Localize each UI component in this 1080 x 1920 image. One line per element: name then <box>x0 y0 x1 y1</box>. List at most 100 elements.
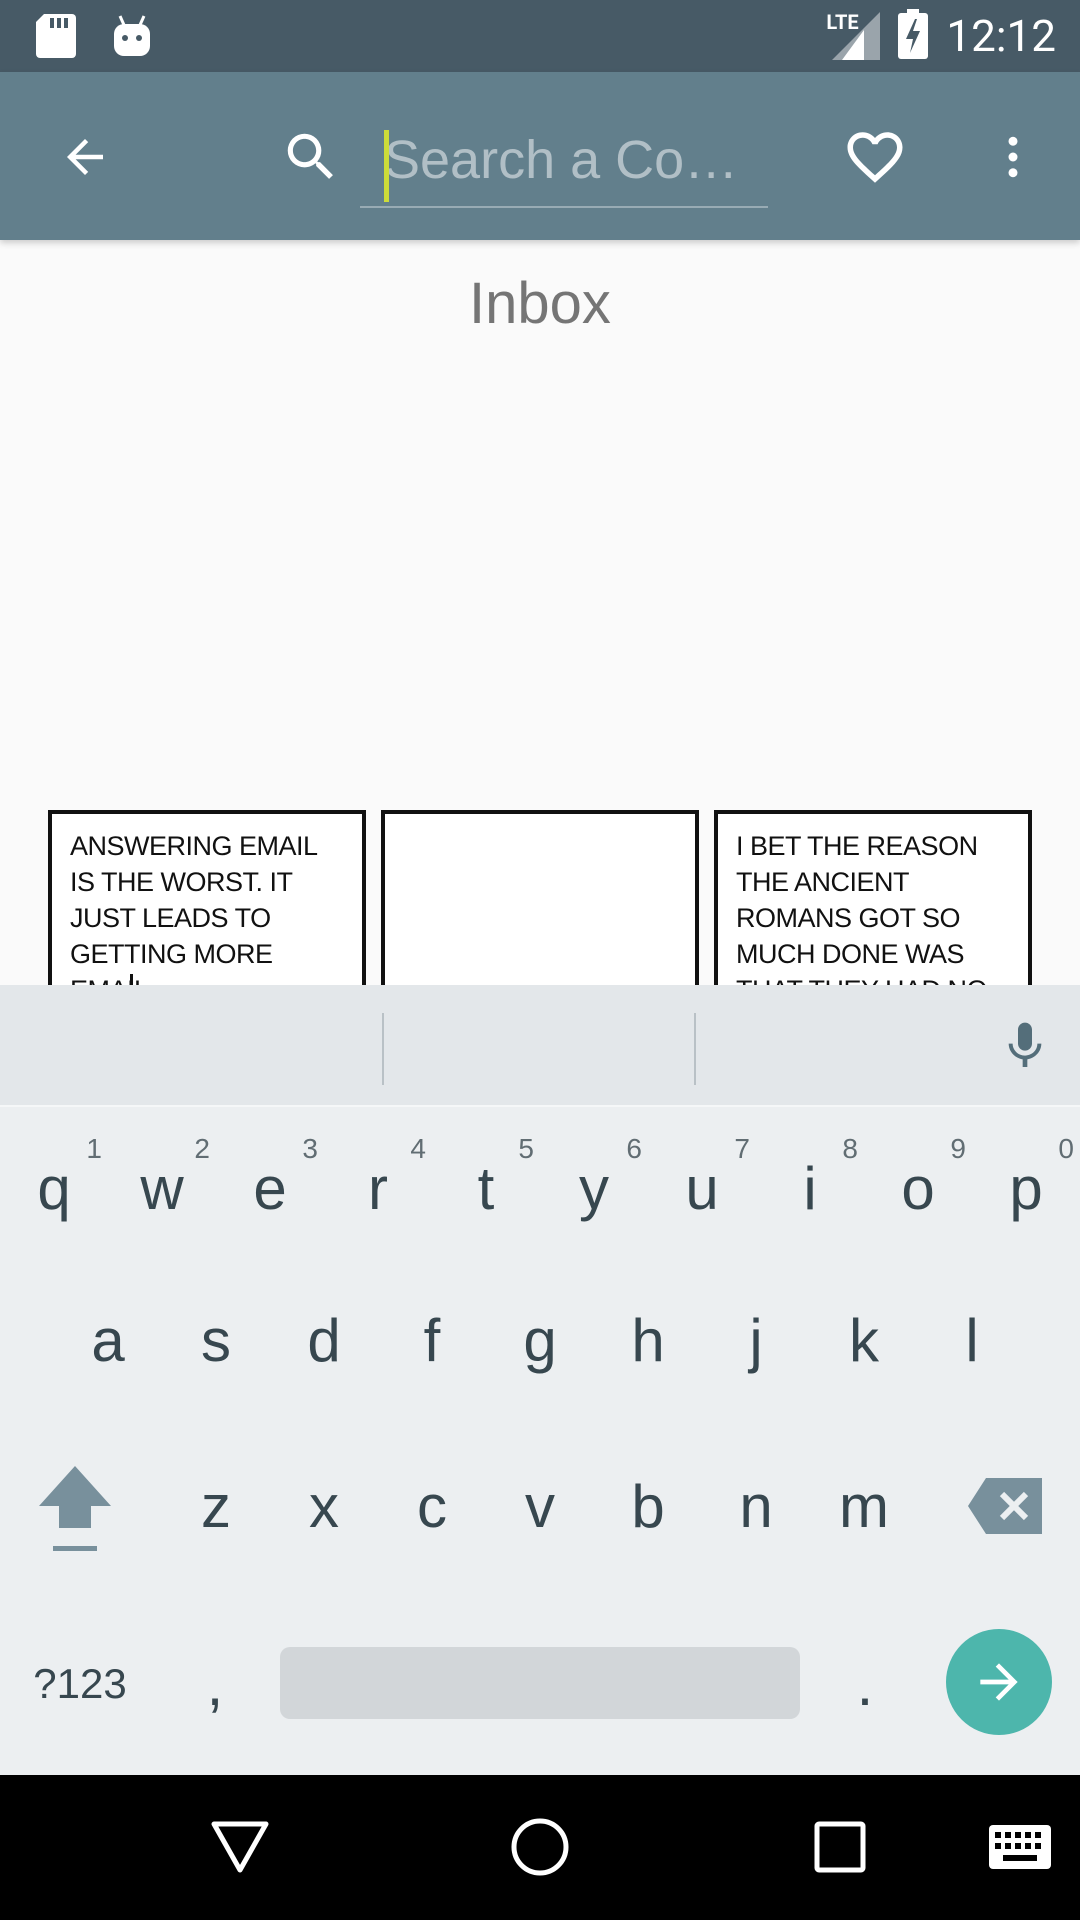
key-hint: 4 <box>410 1133 426 1164</box>
key-p[interactable]: p0 <box>972 1123 1080 1253</box>
key-f[interactable]: f <box>378 1275 486 1405</box>
search-input[interactable] <box>384 116 754 204</box>
key-label: e <box>253 1154 287 1222</box>
back-button[interactable] <box>50 122 120 192</box>
comic-title: Inbox <box>469 271 611 336</box>
key-l[interactable]: l <box>918 1275 1026 1405</box>
key-label: x <box>309 1472 339 1540</box>
comic-view[interactable]: Inbox Answering email is the worst. It j… <box>0 240 1080 985</box>
key-hint: 8 <box>842 1133 858 1164</box>
key-label: h <box>631 1306 665 1374</box>
search-icon-button[interactable] <box>276 122 346 192</box>
period-key[interactable]: . <box>810 1619 920 1749</box>
key-label: q <box>37 1154 71 1222</box>
arrow-forward-icon <box>980 1663 1018 1701</box>
key-label: , <box>206 1650 224 1718</box>
key-h[interactable]: h <box>594 1275 702 1405</box>
key-o[interactable]: o9 <box>864 1123 972 1253</box>
key-hint: 6 <box>626 1133 642 1164</box>
status-time: 12:12 <box>946 10 1056 62</box>
lte-signal-icon: LTE <box>826 10 881 60</box>
nav-back-button[interactable] <box>200 1807 280 1887</box>
key-label: d <box>307 1306 341 1374</box>
key-g[interactable]: g <box>486 1275 594 1405</box>
panel-3-caption: I bet the reason the ancient Romans got … <box>736 831 988 985</box>
spacebar[interactable] <box>280 1647 800 1719</box>
key-label: r <box>368 1154 388 1222</box>
key-label: . <box>856 1650 874 1718</box>
key-label: m <box>839 1472 889 1540</box>
favorite-button[interactable] <box>840 122 910 192</box>
key-label: c <box>417 1472 447 1540</box>
status-bar: LTE 12:12 <box>0 0 1080 72</box>
backspace-key[interactable] <box>950 1441 1060 1571</box>
key-label: ?123 <box>33 1660 127 1707</box>
key-n[interactable]: n <box>702 1441 810 1571</box>
go-button[interactable] <box>946 1629 1052 1735</box>
key-w[interactable]: w2 <box>108 1123 216 1253</box>
key-d[interactable]: d <box>270 1275 378 1405</box>
app-bar <box>0 72 1080 240</box>
key-label: p <box>1009 1154 1043 1222</box>
more-vert-icon <box>1008 136 1018 178</box>
key-label: a <box>91 1306 125 1374</box>
key-j[interactable]: j <box>702 1275 810 1405</box>
key-z[interactable]: z <box>162 1441 270 1571</box>
suggestion-divider <box>382 1013 384 1085</box>
key-m[interactable]: m <box>810 1441 918 1571</box>
key-e[interactable]: e3 <box>216 1123 324 1253</box>
battery-charging-icon <box>898 9 929 63</box>
key-t[interactable]: t5 <box>432 1123 540 1253</box>
key-k[interactable]: k <box>810 1275 918 1405</box>
network-type-label: LTE <box>826 10 859 34</box>
key-c[interactable]: c <box>378 1441 486 1571</box>
arrow-back-icon <box>67 139 103 175</box>
soft-keyboard: q1 w2 e3 r4 t5 y6 u7 i8 o9 p0 a s d f g … <box>0 985 1080 1775</box>
shift-key[interactable] <box>20 1445 130 1575</box>
back-triangle-icon <box>211 1821 269 1873</box>
key-label: s <box>201 1306 231 1374</box>
backspace-icon <box>968 1478 1042 1534</box>
voice-input-button[interactable] <box>990 1011 1060 1081</box>
key-label: t <box>477 1154 495 1222</box>
key-b[interactable]: b <box>594 1441 702 1571</box>
suggestion-strip <box>0 985 1080 1107</box>
key-hint: 3 <box>302 1133 318 1164</box>
panel-2-caption <box>385 814 695 842</box>
key-s[interactable]: s <box>162 1275 270 1405</box>
home-circle-icon <box>511 1818 569 1876</box>
key-label: i <box>803 1154 817 1222</box>
key-q[interactable]: q1 <box>0 1123 108 1253</box>
key-label: w <box>140 1154 184 1222</box>
key-label: l <box>965 1306 979 1374</box>
key-v[interactable]: v <box>486 1441 594 1571</box>
text-cursor <box>384 130 389 202</box>
key-hint: 5 <box>518 1133 534 1164</box>
key-y[interactable]: y6 <box>540 1123 648 1253</box>
key-hint: 7 <box>734 1133 750 1164</box>
key-label: j <box>749 1306 763 1374</box>
key-label: y <box>579 1154 609 1222</box>
symbols-key[interactable]: ?123 <box>20 1619 140 1749</box>
key-label: b <box>631 1472 665 1540</box>
figure-line <box>130 974 133 985</box>
panel-1-caption: Answering email is the worst. It just le… <box>70 831 317 985</box>
key-x[interactable]: x <box>270 1441 378 1571</box>
nav-recents-button[interactable] <box>800 1807 880 1887</box>
key-label: k <box>849 1306 879 1374</box>
nav-home-button[interactable] <box>500 1807 580 1887</box>
overflow-menu-button[interactable] <box>978 122 1048 192</box>
comma-key[interactable]: , <box>160 1619 270 1749</box>
key-a[interactable]: a <box>54 1275 162 1405</box>
search-field[interactable] <box>360 116 768 208</box>
key-hint: 9 <box>950 1133 966 1164</box>
search-icon <box>287 133 333 179</box>
comic-panel-3: I bet the reason the ancient Romans got … <box>714 810 1032 985</box>
key-hint: 2 <box>194 1133 210 1164</box>
keyboard-switcher-button[interactable] <box>980 1807 1060 1887</box>
key-hint: 1 <box>86 1133 102 1164</box>
key-u[interactable]: u7 <box>648 1123 756 1253</box>
key-i[interactable]: i8 <box>756 1123 864 1253</box>
suggestion-divider <box>694 1013 696 1085</box>
key-r[interactable]: r4 <box>324 1123 432 1253</box>
